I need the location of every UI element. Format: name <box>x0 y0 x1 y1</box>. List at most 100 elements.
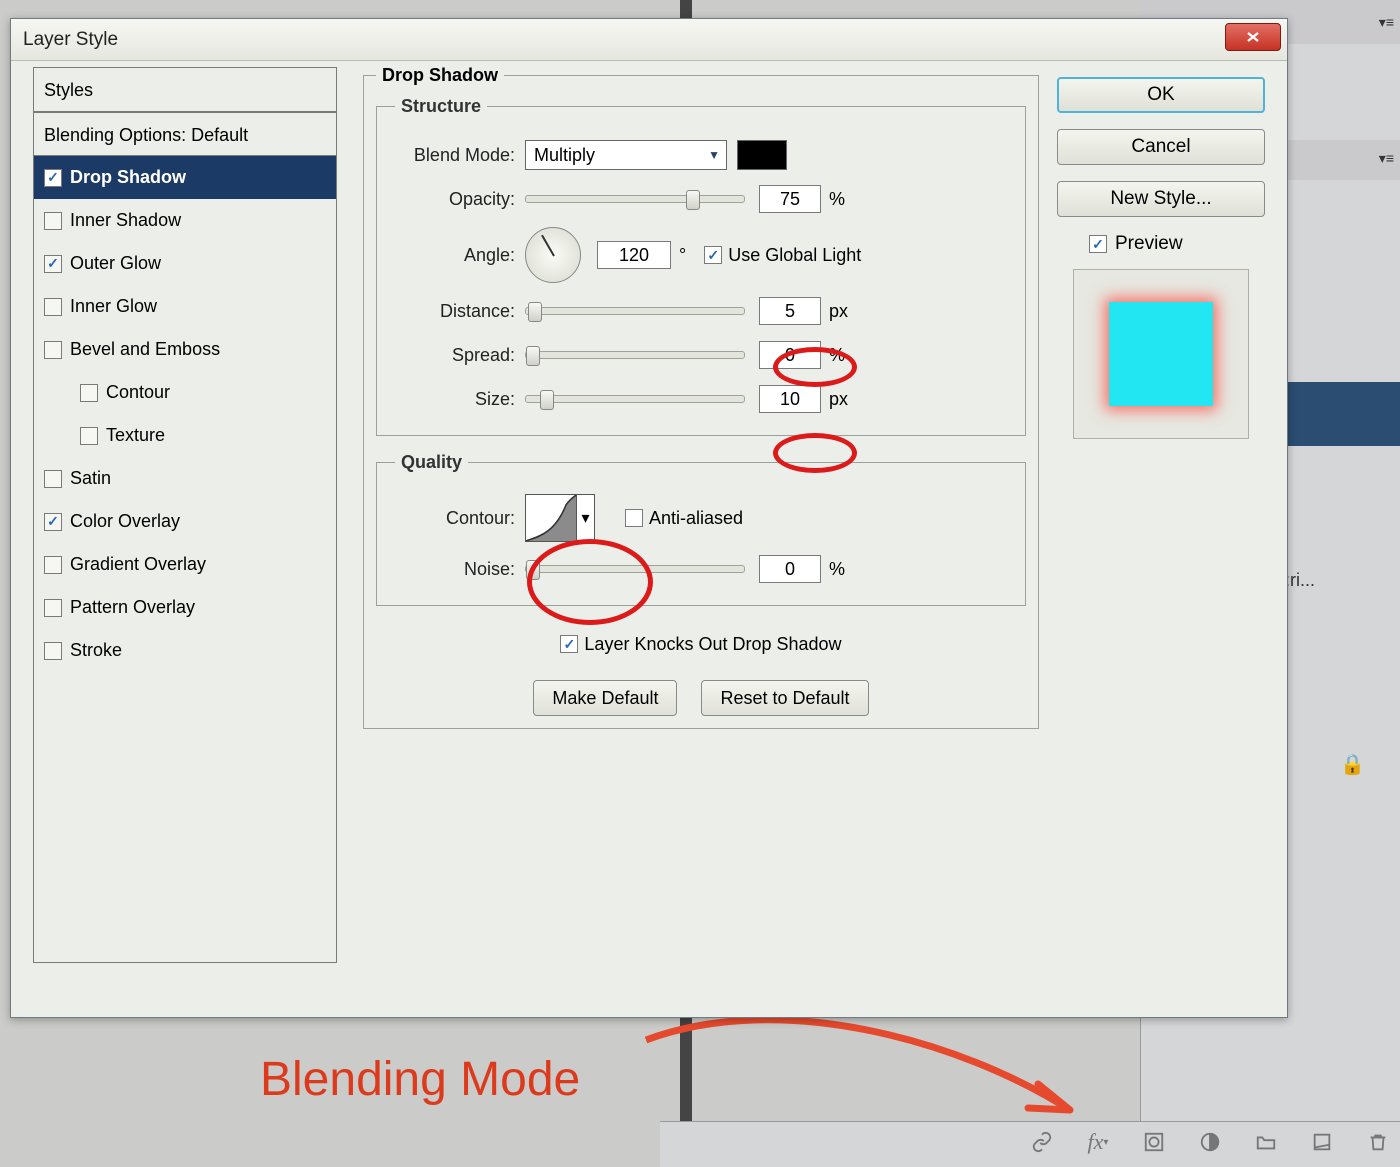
style-checkbox[interactable] <box>44 298 62 316</box>
style-checkbox[interactable] <box>80 384 98 402</box>
ok-button[interactable]: OK <box>1057 77 1265 113</box>
style-item-pattern-overlay[interactable]: Pattern Overlay <box>34 586 336 629</box>
effect-panel-title: Drop Shadow <box>376 65 504 86</box>
panel-menu-icon[interactable]: ▾≡ <box>1379 150 1394 167</box>
style-label: Bevel and Emboss <box>70 339 220 360</box>
make-default-button[interactable]: Make Default <box>533 680 677 716</box>
style-item-inner-glow[interactable]: Inner Glow <box>34 285 336 328</box>
distance-unit: px <box>829 301 848 322</box>
blend-mode-dropdown[interactable]: Multiply <box>525 140 727 170</box>
style-checkbox[interactable] <box>44 470 62 488</box>
style-item-outer-glow[interactable]: Outer Glow <box>34 242 336 285</box>
style-checkbox[interactable] <box>44 642 62 660</box>
style-label: Stroke <box>70 640 122 661</box>
distance-label: Distance: <box>395 301 525 322</box>
contour-picker[interactable]: ▾ <box>525 494 595 542</box>
style-item-bevel-and-emboss[interactable]: Bevel and Emboss <box>34 328 336 371</box>
preview-swatch <box>1109 302 1213 406</box>
close-button[interactable] <box>1225 23 1281 51</box>
styles-header[interactable]: Styles <box>34 68 336 112</box>
dialog-title: Layer Style <box>23 29 118 51</box>
style-label: Inner Glow <box>70 296 157 317</box>
style-checkbox[interactable] <box>44 513 62 531</box>
structure-group: Structure Blend Mode: Multiply Opacity: … <box>376 96 1026 436</box>
style-checkbox[interactable] <box>44 169 62 187</box>
quality-legend: Quality <box>395 452 468 473</box>
spread-input[interactable]: 0 <box>759 341 821 369</box>
layer-mask-icon[interactable] <box>1142 1130 1166 1154</box>
use-global-light-label: Use Global Light <box>728 245 861 266</box>
style-label: Drop Shadow <box>70 167 186 188</box>
style-checkbox[interactable] <box>44 212 62 230</box>
style-item-drop-shadow[interactable]: Drop Shadow <box>34 156 336 199</box>
blend-mode-label: Blend Mode: <box>395 145 525 166</box>
noise-slider[interactable] <box>525 565 745 573</box>
style-label: Contour <box>106 382 170 403</box>
style-label: Texture <box>106 425 165 446</box>
angle-input[interactable]: 120 <box>597 241 671 269</box>
new-style-button[interactable]: New Style... <box>1057 181 1265 217</box>
style-checkbox[interactable] <box>44 255 62 273</box>
layer-style-dialog: Layer Style Styles Blending Options: Def… <box>10 18 1288 1018</box>
use-global-light-checkbox[interactable] <box>704 246 722 264</box>
preview-checkbox[interactable] <box>1089 235 1107 253</box>
quality-group: Quality Contour: ▾ Anti-aliased Noise: 0 <box>376 452 1026 606</box>
distance-input[interactable]: 5 <box>759 297 821 325</box>
style-label: Satin <box>70 468 111 489</box>
style-checkbox[interactable] <box>80 427 98 445</box>
angle-label: Angle: <box>395 245 525 266</box>
adjustment-layer-icon[interactable] <box>1198 1130 1222 1154</box>
panel-menu-icon[interactable]: ▾≡ <box>1379 14 1394 31</box>
spread-unit: % <box>829 345 845 366</box>
style-label: Pattern Overlay <box>70 597 195 618</box>
reset-default-button[interactable]: Reset to Default <box>701 680 868 716</box>
layer-style-fx-icon[interactable]: fx▾ <box>1086 1130 1110 1154</box>
noise-input[interactable]: 0 <box>759 555 821 583</box>
size-label: Size: <box>395 389 525 410</box>
new-group-icon[interactable] <box>1254 1130 1278 1154</box>
new-layer-icon[interactable] <box>1310 1130 1334 1154</box>
style-label: Gradient Overlay <box>70 554 206 575</box>
shadow-color-swatch[interactable] <box>737 140 787 170</box>
cancel-button[interactable]: Cancel <box>1057 129 1265 165</box>
style-checkbox[interactable] <box>44 341 62 359</box>
style-checkbox[interactable] <box>44 599 62 617</box>
style-item-contour[interactable]: Contour <box>34 371 336 414</box>
opacity-unit: % <box>829 189 845 210</box>
noise-unit: % <box>829 559 845 580</box>
distance-slider[interactable] <box>525 307 745 315</box>
anti-aliased-checkbox[interactable] <box>625 509 643 527</box>
lock-icon[interactable]: 🔒 <box>1340 752 1365 777</box>
layer-knocks-out-checkbox[interactable] <box>560 635 578 653</box>
style-label: Color Overlay <box>70 511 180 532</box>
structure-legend: Structure <box>395 96 487 117</box>
blending-options-row[interactable]: Blending Options: Default <box>34 112 336 156</box>
angle-dial[interactable] <box>525 227 581 283</box>
anti-aliased-label: Anti-aliased <box>649 508 743 529</box>
opacity-input[interactable]: 75 <box>759 185 821 213</box>
style-item-color-overlay[interactable]: Color Overlay <box>34 500 336 543</box>
layers-panel-toolbar: fx▾ <box>660 1121 1400 1167</box>
style-item-stroke[interactable]: Stroke <box>34 629 336 672</box>
link-layers-icon[interactable] <box>1030 1130 1054 1154</box>
style-checkbox[interactable] <box>44 556 62 574</box>
size-unit: px <box>829 389 848 410</box>
dialog-titlebar[interactable]: Layer Style <box>11 19 1287 61</box>
size-slider[interactable] <box>525 395 745 403</box>
preview-label: Preview <box>1115 233 1183 255</box>
spread-slider[interactable] <box>525 351 745 359</box>
contour-label: Contour: <box>395 508 525 529</box>
style-item-satin[interactable]: Satin <box>34 457 336 500</box>
annotation-text: Blending Mode <box>260 1052 580 1107</box>
styles-list: Styles Blending Options: Default Drop Sh… <box>33 67 337 963</box>
spread-label: Spread: <box>395 345 525 366</box>
style-item-gradient-overlay[interactable]: Gradient Overlay <box>34 543 336 586</box>
style-label: Outer Glow <box>70 253 161 274</box>
opacity-slider[interactable] <box>525 195 745 203</box>
size-input[interactable]: 10 <box>759 385 821 413</box>
blend-mode-value: Multiply <box>534 145 595 166</box>
delete-layer-icon[interactable] <box>1366 1130 1390 1154</box>
style-item-inner-shadow[interactable]: Inner Shadow <box>34 199 336 242</box>
chevron-down-icon[interactable]: ▾ <box>576 495 594 541</box>
style-item-texture[interactable]: Texture <box>34 414 336 457</box>
